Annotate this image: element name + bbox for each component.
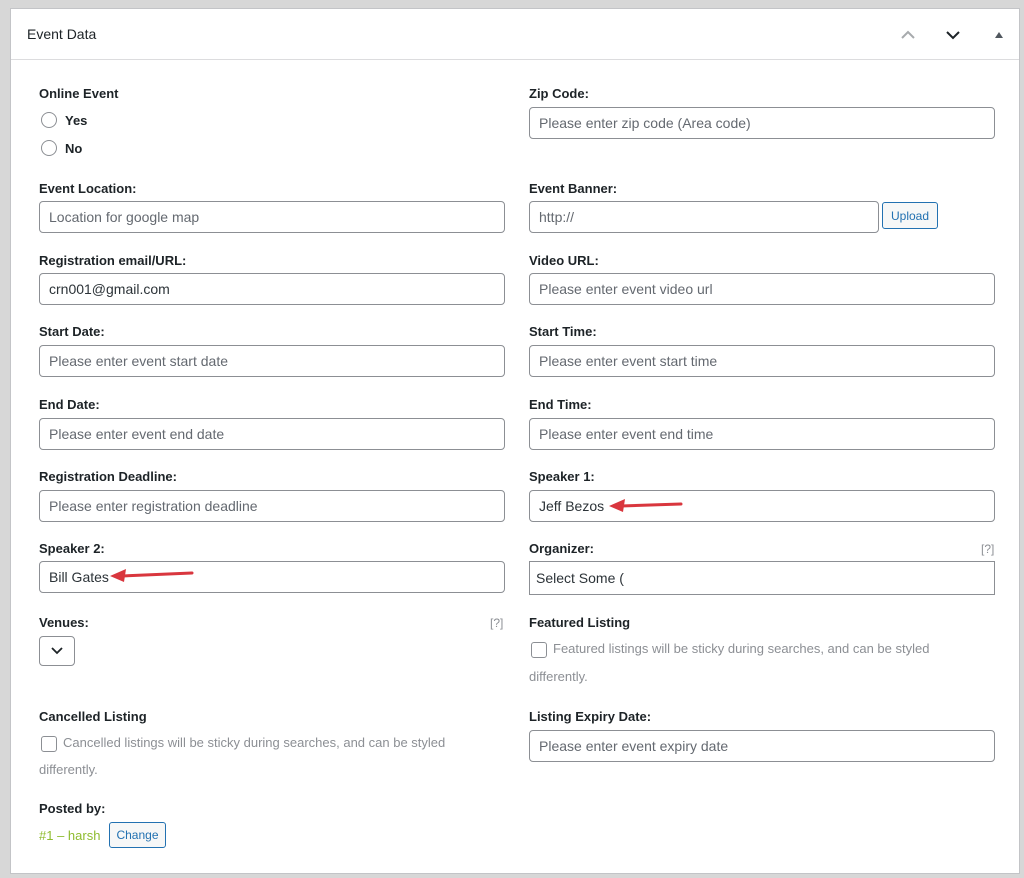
panel-title: Event Data xyxy=(27,26,97,42)
featured-listing-checkbox[interactable] xyxy=(531,642,547,658)
upload-button[interactable]: Upload xyxy=(882,202,938,229)
video-url-input[interactable] xyxy=(529,273,995,305)
event-data-panel: Event Data Online Event Yes No Zip Code:… xyxy=(10,8,1020,874)
move-up-button[interactable] xyxy=(896,23,920,47)
cancelled-description-line1: Cancelled listings will be sticky during… xyxy=(63,735,446,750)
radio-yes-label: Yes xyxy=(65,112,88,128)
start-date-label: Start Date: xyxy=(39,324,105,339)
triangle-up-icon xyxy=(995,32,1003,38)
event-banner-input[interactable] xyxy=(529,201,879,233)
organizer-label: Organizer: xyxy=(529,541,595,556)
speaker-1-input[interactable] xyxy=(529,490,995,522)
cancelled-description-line2: differently. xyxy=(39,762,98,777)
online-event-no[interactable]: No xyxy=(41,140,82,156)
annotation-arrow-icon xyxy=(609,499,683,512)
video-url-label: Video URL: xyxy=(529,253,599,268)
end-time-label: End Time: xyxy=(529,397,592,412)
zip-code-input[interactable] xyxy=(529,107,995,139)
toggle-panel-button[interactable] xyxy=(987,23,1011,47)
start-date-input[interactable] xyxy=(39,345,505,377)
registration-deadline-input[interactable] xyxy=(39,490,505,522)
end-date-label: End Date: xyxy=(39,397,100,412)
online-event-yes[interactable]: Yes xyxy=(41,112,87,128)
venues-select[interactable] xyxy=(39,636,75,666)
expiry-date-input[interactable] xyxy=(529,730,995,762)
start-time-input[interactable] xyxy=(529,345,995,377)
end-date-input[interactable] xyxy=(39,418,505,450)
expiry-date-label: Listing Expiry Date: xyxy=(529,709,652,724)
end-time-input[interactable] xyxy=(529,418,995,450)
chevron-down-icon xyxy=(946,31,960,40)
annotation-arrow-icon xyxy=(110,569,194,582)
radio-no[interactable] xyxy=(41,140,57,156)
posted-by-label: Posted by: xyxy=(39,801,106,816)
event-banner-label: Event Banner: xyxy=(529,181,618,196)
featured-listing-label: Featured Listing xyxy=(529,615,631,630)
event-location-input[interactable] xyxy=(39,201,505,233)
registration-label: Registration email/URL: xyxy=(39,253,187,268)
zip-code-label: Zip Code: xyxy=(529,86,589,101)
panel-header: Event Data xyxy=(11,9,1019,60)
chevron-up-icon xyxy=(901,30,915,39)
radio-yes[interactable] xyxy=(41,112,57,128)
organizer-help[interactable]: [?] xyxy=(981,542,994,556)
venues-help[interactable]: [?] xyxy=(490,616,503,630)
speaker-2-input[interactable] xyxy=(39,561,505,593)
posted-by-user-link[interactable]: #1 – harsh xyxy=(39,828,100,843)
cancelled-listing-checkbox[interactable] xyxy=(41,736,57,752)
radio-no-label: No xyxy=(65,140,83,156)
start-time-label: Start Time: xyxy=(529,324,597,339)
featured-description-line1: Featured listings will be sticky during … xyxy=(553,641,930,656)
featured-description-line2: differently. xyxy=(529,669,588,684)
move-down-button[interactable] xyxy=(941,23,965,47)
registration-deadline-label: Registration Deadline: xyxy=(39,469,177,484)
event-location-label: Event Location: xyxy=(39,181,137,196)
organizer-select[interactable]: Select Some ( xyxy=(529,561,995,595)
cancelled-listing-label: Cancelled Listing xyxy=(39,709,147,724)
venues-label: Venues: xyxy=(39,615,89,630)
chevron-down-icon xyxy=(51,647,63,655)
registration-input[interactable] xyxy=(39,273,505,305)
speaker-1-label: Speaker 1: xyxy=(529,469,595,484)
speaker-2-label: Speaker 2: xyxy=(39,541,105,556)
online-event-label: Online Event xyxy=(39,86,119,101)
change-author-button[interactable]: Change xyxy=(109,822,166,848)
